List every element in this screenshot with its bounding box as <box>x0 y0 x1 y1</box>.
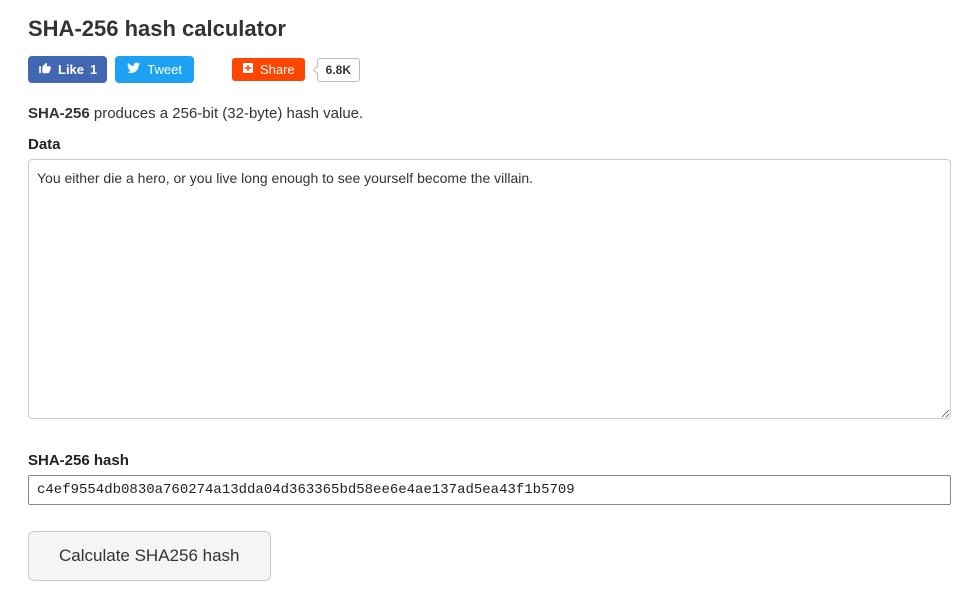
hash-label: SHA-256 hash <box>28 452 951 469</box>
data-label: Data <box>28 136 951 153</box>
share-button[interactable]: Share <box>232 58 305 81</box>
facebook-like-button[interactable]: Like 1 <box>28 56 107 83</box>
share-label: Share <box>260 62 295 77</box>
hash-output[interactable] <box>28 475 951 505</box>
social-buttons: Like 1 Tweet Share 6.8K <box>28 56 951 83</box>
like-label: Like <box>58 62 84 77</box>
algorithm-name: SHA-256 <box>28 105 90 122</box>
algorithm-description-text: produces a 256-bit (32-byte) hash value. <box>90 105 364 122</box>
thumbs-up-icon <box>38 61 52 78</box>
algorithm-description: SHA-256 produces a 256-bit (32-byte) has… <box>28 105 951 122</box>
data-input[interactable] <box>28 159 951 419</box>
page-title: SHA-256 hash calculator <box>28 16 951 42</box>
calculate-button[interactable]: Calculate SHA256 hash <box>28 531 271 581</box>
tweet-label: Tweet <box>147 62 182 77</box>
twitter-icon <box>127 61 141 78</box>
like-count: 1 <box>90 62 97 77</box>
share-count: 6.8K <box>317 58 360 82</box>
twitter-tweet-button[interactable]: Tweet <box>115 56 194 83</box>
plus-icon <box>242 62 254 77</box>
